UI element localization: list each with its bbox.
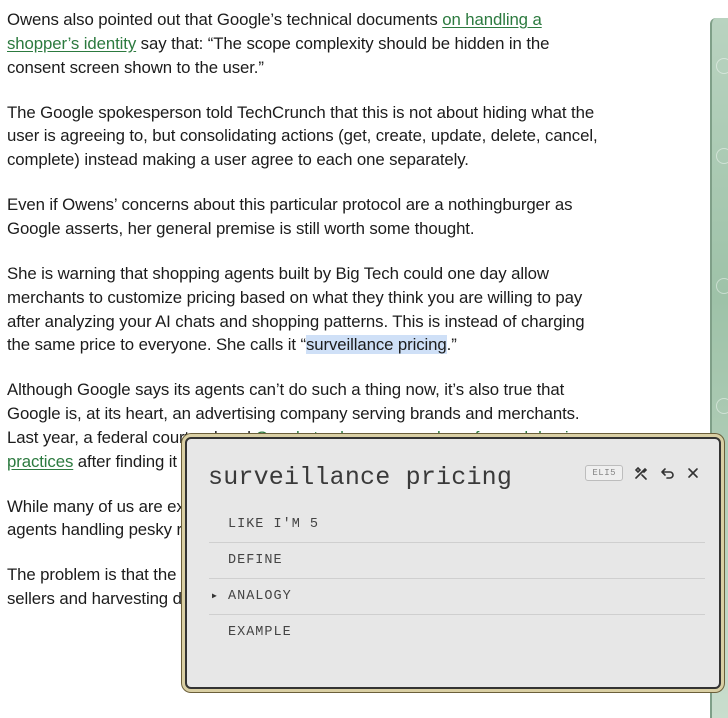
paragraph-4: She is warning that shopping agents buil…: [7, 262, 607, 357]
explain-menu: LIKE I'M 5 DEFINE ▶ ANALOGY EXAMPLE: [209, 507, 705, 650]
menu-item-like-im-5[interactable]: LIKE I'M 5: [209, 507, 705, 543]
popup-title: surveillance pricing: [208, 463, 513, 492]
menu-item-label: LIKE I'M 5: [228, 517, 320, 532]
undo-icon[interactable]: [659, 465, 675, 481]
caret-right-icon: ▶: [212, 592, 218, 601]
paragraph-1: Owens also pointed out that Google’s tec…: [7, 8, 607, 79]
highlighted-selection[interactable]: surveillance pricing: [305, 335, 447, 355]
paragraph-text: Owens also pointed out that Google’s tec…: [7, 10, 443, 29]
menu-item-analogy[interactable]: ▶ ANALOGY: [209, 579, 705, 615]
eli5-badge[interactable]: ELI5: [585, 465, 623, 481]
eli5-popup: surveillance pricing ELI5 LIKE I'M 5 DEF…: [185, 437, 721, 689]
popup-controls: ELI5: [585, 465, 701, 481]
paragraph-text: She is warning that shopping agents buil…: [7, 263, 585, 355]
menu-item-example[interactable]: EXAMPLE: [209, 615, 705, 650]
decor-swirl: [716, 58, 728, 74]
decor-swirl: [716, 278, 728, 294]
paragraph-3: Even if Owens’ concerns about this parti…: [7, 195, 573, 238]
menu-item-label: EXAMPLE: [228, 625, 292, 640]
menu-item-label: ANALOGY: [228, 589, 292, 604]
decor-swirl: [716, 148, 728, 164]
paragraph-text: .”: [446, 335, 457, 355]
decor-swirl: [716, 398, 728, 414]
paragraph-2: The Google spokesperson told TechCrunch …: [7, 102, 598, 170]
close-icon[interactable]: [685, 465, 701, 481]
menu-item-define[interactable]: DEFINE: [209, 543, 705, 579]
menu-item-label: DEFINE: [228, 553, 283, 568]
tools-icon[interactable]: [633, 465, 649, 481]
